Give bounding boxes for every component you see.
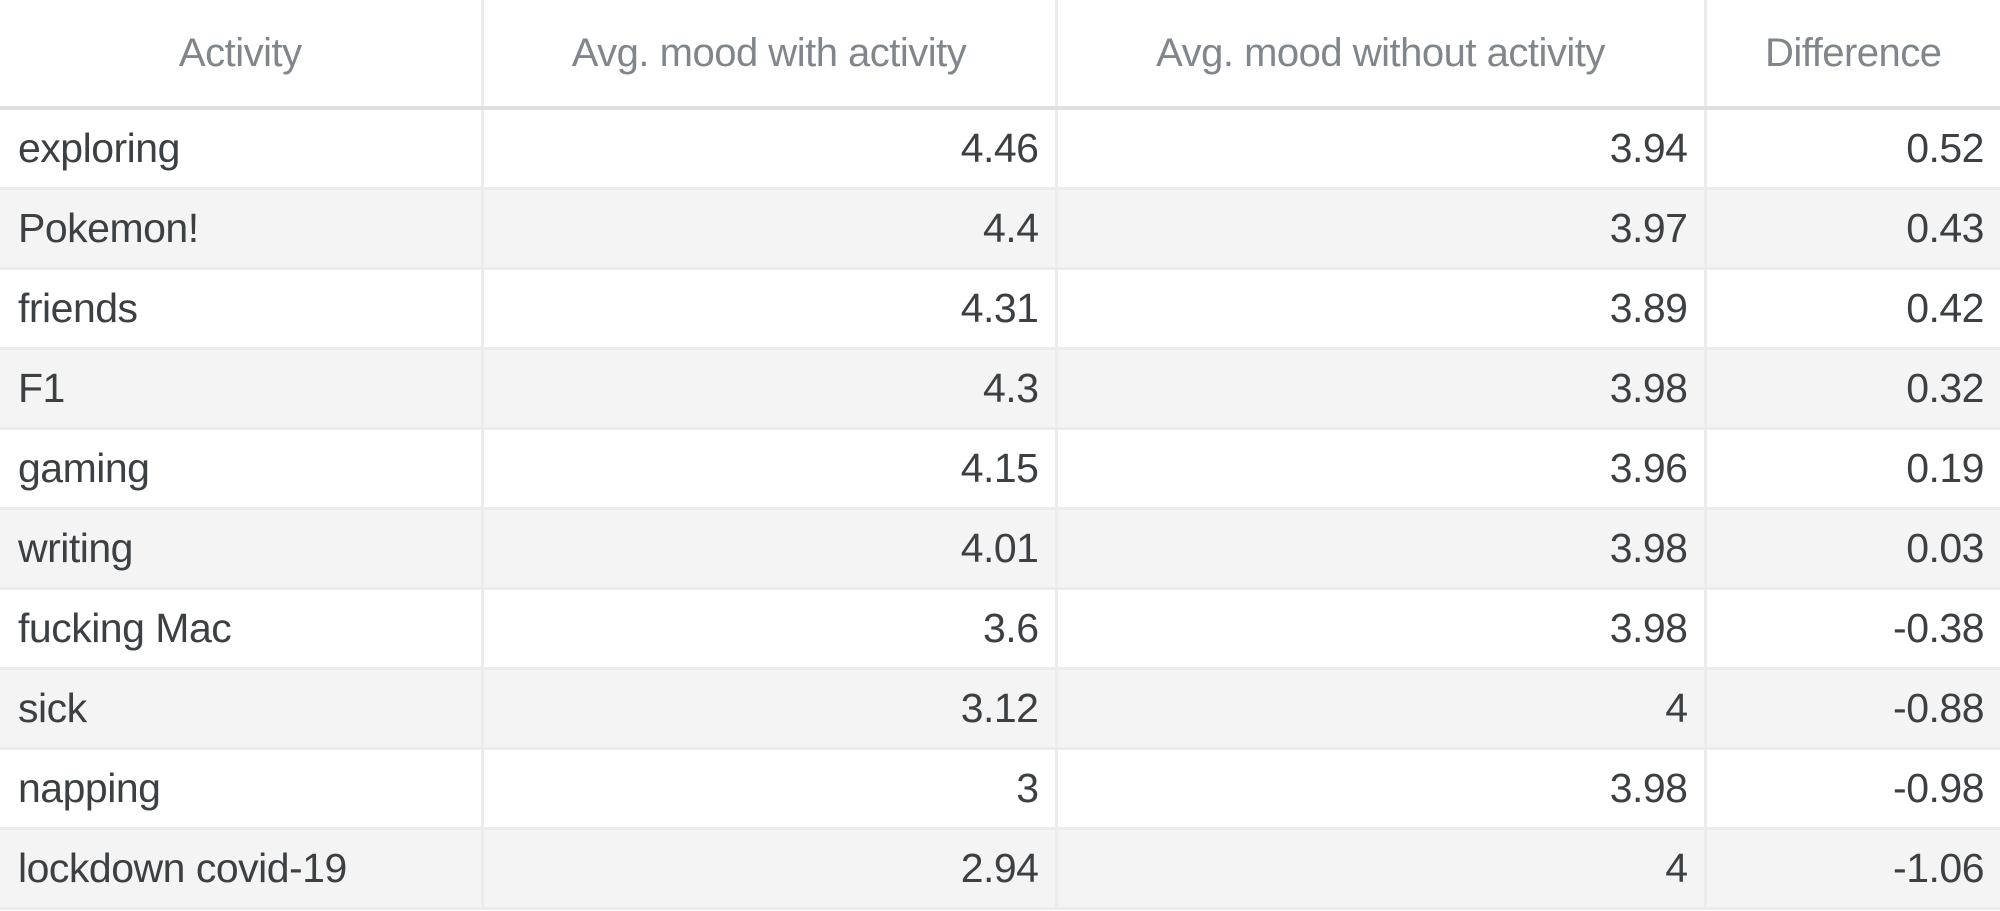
table-row: lockdown covid-19 2.94 4 -1.06	[0, 828, 2000, 910]
avg-without-cell: 3.98	[1056, 588, 1707, 670]
table-row: writing 4.01 3.98 0.03	[0, 508, 2000, 590]
table-row: exploring 4.46 3.94 0.52	[0, 108, 2000, 190]
avg-without-cell: 3.96	[1056, 428, 1707, 510]
avg-with-cell: 3	[482, 748, 1058, 830]
table-row: fucking Mac 3.6 3.98 -0.38	[0, 588, 2000, 670]
avg-with-cell: 4.3	[482, 348, 1058, 430]
column-header-difference[interactable]: Difference	[1705, 0, 2000, 110]
difference-cell: 0.32	[1705, 348, 2000, 430]
table-row: napping 3 3.98 -0.98	[0, 748, 2000, 830]
difference-cell: -0.38	[1705, 588, 2000, 670]
avg-with-cell: 4.46	[482, 108, 1058, 190]
difference-cell: -0.88	[1705, 668, 2000, 750]
activity-cell: gaming	[0, 428, 484, 510]
avg-with-cell: 4.15	[482, 428, 1058, 510]
column-header-avg-without[interactable]: Avg. mood without activity	[1056, 0, 1707, 110]
avg-without-cell: 3.98	[1056, 508, 1707, 590]
activity-cell: friends	[0, 268, 484, 350]
difference-cell: 0.52	[1705, 108, 2000, 190]
activity-cell: F1	[0, 348, 484, 430]
activity-cell: napping	[0, 748, 484, 830]
activity-mood-table: Activity Avg. mood with activity Avg. mo…	[0, 0, 2000, 910]
avg-with-cell: 2.94	[482, 828, 1058, 910]
difference-cell: 0.19	[1705, 428, 2000, 510]
activity-cell: sick	[0, 668, 484, 750]
avg-with-cell: 3.12	[482, 668, 1058, 750]
avg-without-cell: 3.98	[1056, 748, 1707, 830]
table-row: Pokemon! 4.4 3.97 0.43	[0, 188, 2000, 270]
avg-with-cell: 4.4	[482, 188, 1058, 270]
difference-cell: 0.42	[1705, 268, 2000, 350]
table-row: friends 4.31 3.89 0.42	[0, 268, 2000, 350]
difference-cell: -0.98	[1705, 748, 2000, 830]
table-row: F1 4.3 3.98 0.32	[0, 348, 2000, 430]
avg-without-cell: 4	[1056, 668, 1707, 750]
table-row: gaming 4.15 3.96 0.19	[0, 428, 2000, 510]
column-header-avg-with[interactable]: Avg. mood with activity	[482, 0, 1058, 110]
column-header-activity[interactable]: Activity	[0, 0, 484, 110]
table-row: sick 3.12 4 -0.88	[0, 668, 2000, 750]
activity-cell: lockdown covid-19	[0, 828, 484, 910]
avg-with-cell: 4.31	[482, 268, 1058, 350]
difference-cell: -1.06	[1705, 828, 2000, 910]
avg-without-cell: 3.94	[1056, 108, 1707, 190]
difference-cell: 0.03	[1705, 508, 2000, 590]
activity-cell: writing	[0, 508, 484, 590]
avg-without-cell: 3.98	[1056, 348, 1707, 430]
activity-cell: fucking Mac	[0, 588, 484, 670]
avg-without-cell: 3.89	[1056, 268, 1707, 350]
avg-with-cell: 4.01	[482, 508, 1058, 590]
difference-cell: 0.43	[1705, 188, 2000, 270]
avg-with-cell: 3.6	[482, 588, 1058, 670]
header-row: Activity Avg. mood with activity Avg. mo…	[0, 0, 2000, 110]
avg-without-cell: 4	[1056, 828, 1707, 910]
avg-without-cell: 3.97	[1056, 188, 1707, 270]
activity-cell: exploring	[0, 108, 484, 190]
activity-cell: Pokemon!	[0, 188, 484, 270]
